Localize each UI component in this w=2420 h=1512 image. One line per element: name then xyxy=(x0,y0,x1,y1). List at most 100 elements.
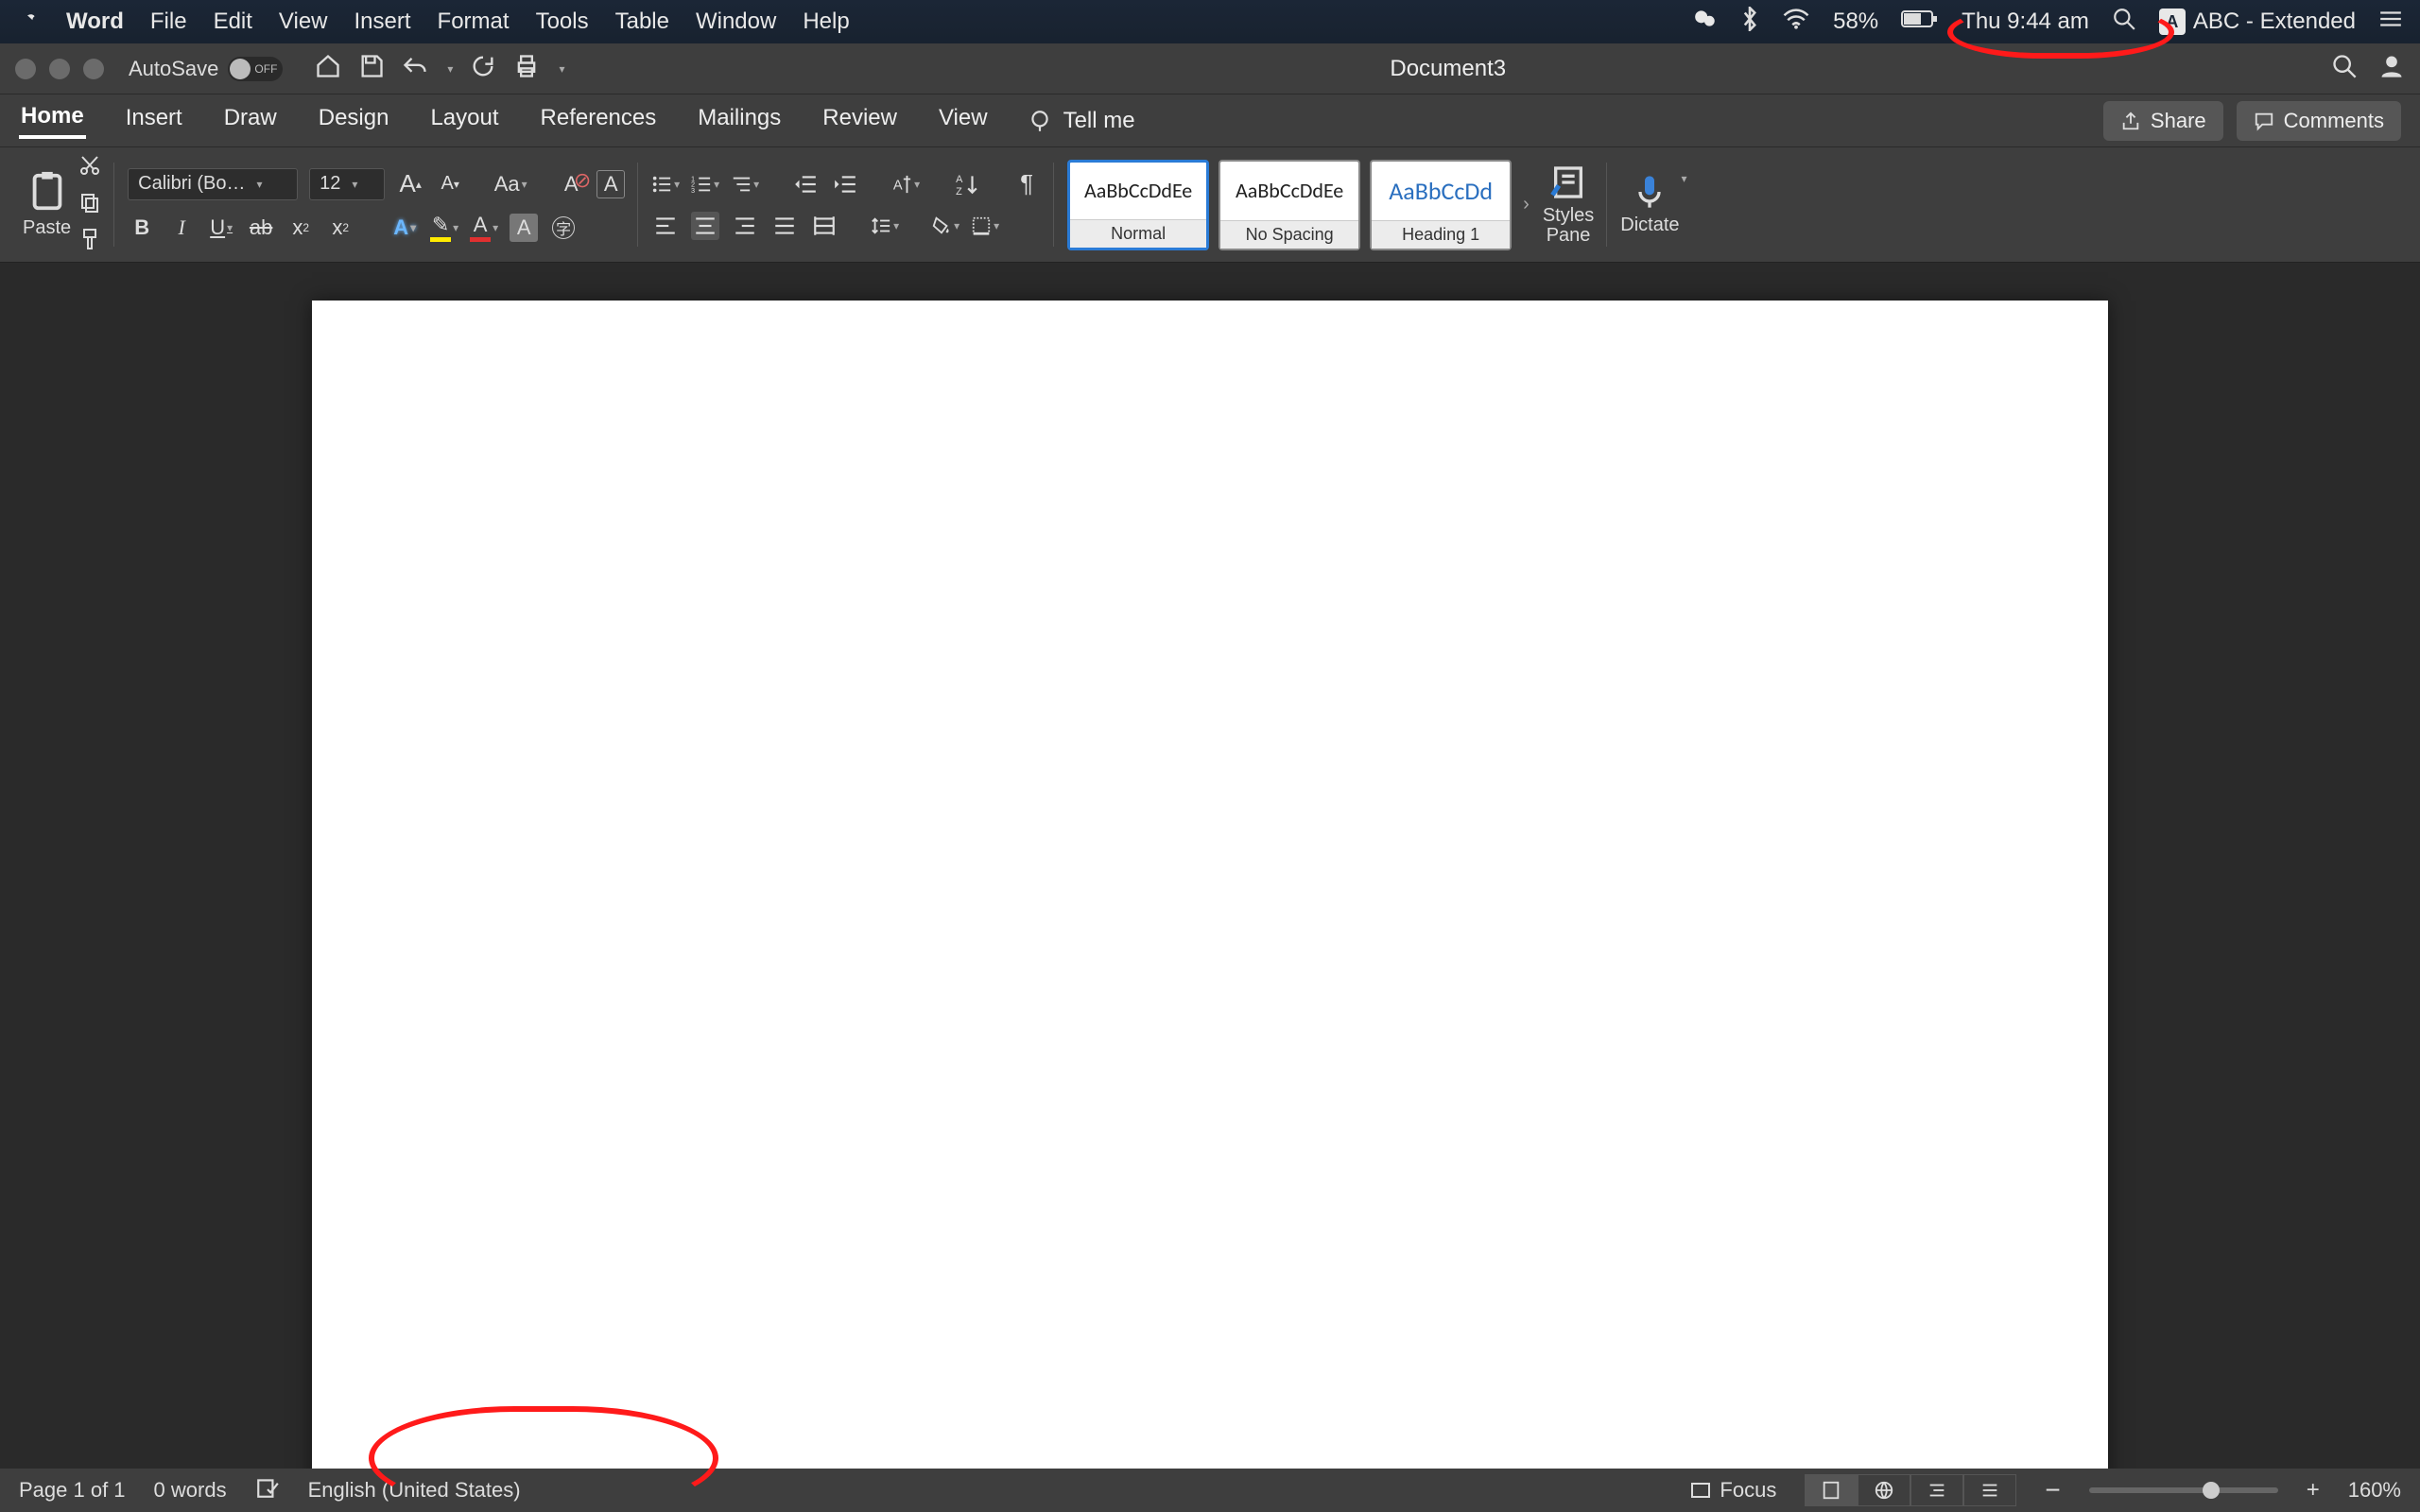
minimize-window-button[interactable] xyxy=(49,59,70,79)
font-size-dropdown[interactable]: 12▾ xyxy=(309,168,385,200)
style-heading-1[interactable]: AaBbCcDd Heading 1 xyxy=(1370,160,1512,250)
change-case-icon[interactable]: Aa▾ xyxy=(496,170,525,198)
web-layout-view[interactable] xyxy=(1858,1474,1910,1506)
redo-icon[interactable] xyxy=(470,53,496,84)
superscript-button[interactable]: x2 xyxy=(326,214,354,242)
paste-button[interactable]: Paste xyxy=(23,170,71,239)
enclose-characters-icon[interactable]: 字 xyxy=(549,214,578,242)
zoom-percent[interactable]: 160% xyxy=(2348,1478,2401,1503)
styles-gallery-more[interactable]: › xyxy=(1523,194,1530,215)
line-spacing-icon[interactable]: ▾ xyxy=(871,212,899,240)
shading-icon[interactable]: ▾ xyxy=(931,212,959,240)
page-indicator[interactable]: Page 1 of 1 xyxy=(19,1478,126,1503)
zoom-slider[interactable] xyxy=(2089,1487,2278,1493)
menu-file[interactable]: File xyxy=(150,9,187,35)
apple-icon[interactable] xyxy=(17,8,40,37)
align-justify-icon[interactable] xyxy=(770,212,799,240)
focus-mode[interactable]: Focus xyxy=(1689,1478,1776,1503)
strikethrough-button[interactable]: ab xyxy=(247,214,275,242)
menu-view[interactable]: View xyxy=(279,9,328,35)
bluetooth-icon[interactable] xyxy=(1740,7,1759,38)
menu-window[interactable]: Window xyxy=(696,9,776,35)
comments-button[interactable]: Comments xyxy=(2237,101,2401,141)
outline-view[interactable] xyxy=(1910,1474,1963,1506)
zoom-in-button[interactable]: + xyxy=(2307,1477,2320,1503)
tab-insert[interactable]: Insert xyxy=(124,105,184,137)
close-window-button[interactable] xyxy=(15,59,36,79)
spotlight-icon[interactable] xyxy=(2112,7,2136,38)
menu-insert[interactable]: Insert xyxy=(354,9,411,35)
undo-icon[interactable] xyxy=(402,53,428,84)
subscript-button[interactable]: x2 xyxy=(286,214,315,242)
character-shading-icon[interactable]: A xyxy=(510,214,538,242)
menu-edit[interactable]: Edit xyxy=(214,9,252,35)
styles-pane-button[interactable]: Styles Pane xyxy=(1543,163,1594,247)
align-right-icon[interactable] xyxy=(731,212,759,240)
menu-help[interactable]: Help xyxy=(803,9,849,35)
tab-review[interactable]: Review xyxy=(821,105,899,137)
copy-icon[interactable] xyxy=(78,191,101,218)
tab-draw[interactable]: Draw xyxy=(222,105,279,137)
wifi-icon[interactable] xyxy=(1782,8,1810,37)
menu-format[interactable]: Format xyxy=(438,9,510,35)
search-doc-icon[interactable] xyxy=(2331,53,2358,84)
shrink-font-icon[interactable]: A▾ xyxy=(436,170,464,198)
wechat-icon[interactable] xyxy=(1693,7,1718,38)
italic-button[interactable]: I xyxy=(167,214,196,242)
bold-button[interactable]: B xyxy=(128,214,156,242)
qat-customize[interactable]: ▾ xyxy=(559,62,564,76)
borders-icon[interactable]: ▾ xyxy=(971,212,999,240)
autosave-toggle[interactable]: AutoSave OFF xyxy=(129,57,283,81)
numbered-list-icon[interactable]: 123▾ xyxy=(691,170,719,198)
distributed-align-icon[interactable] xyxy=(810,212,838,240)
tell-me[interactable]: Tell me xyxy=(1028,108,1135,134)
bullet-list-icon[interactable]: ▾ xyxy=(651,170,680,198)
clear-formatting-icon[interactable]: A⊘ xyxy=(557,170,585,198)
text-effects-icon[interactable]: A▾ xyxy=(390,214,419,242)
word-count[interactable]: 0 words xyxy=(154,1478,227,1503)
menu-table[interactable]: Table xyxy=(615,9,669,35)
input-source[interactable]: A ABC - Extended xyxy=(2159,9,2356,35)
zoom-out-button[interactable]: − xyxy=(2045,1475,2060,1505)
style-normal[interactable]: AaBbCcDdEe Normal xyxy=(1067,160,1209,250)
underline-button[interactable]: U▾ xyxy=(207,214,235,242)
multilevel-list-icon[interactable]: ▾ xyxy=(731,170,759,198)
app-name[interactable]: Word xyxy=(66,9,124,35)
clock[interactable]: Thu 9:44 am xyxy=(1962,9,2089,35)
cut-icon[interactable] xyxy=(78,154,101,181)
notification-center-icon[interactable] xyxy=(2378,9,2403,36)
align-left-icon[interactable] xyxy=(651,212,680,240)
menu-tools[interactable]: Tools xyxy=(536,9,589,35)
font-color-icon[interactable]: A▾ xyxy=(470,214,498,242)
document-canvas[interactable] xyxy=(0,263,2420,1469)
format-painter-icon[interactable] xyxy=(78,228,101,255)
decrease-indent-icon[interactable] xyxy=(791,170,820,198)
asian-layout-icon[interactable]: A▾ xyxy=(891,170,920,198)
home-icon[interactable] xyxy=(315,53,341,84)
print-icon[interactable] xyxy=(513,53,540,84)
tab-view[interactable]: View xyxy=(937,105,990,137)
save-icon[interactable] xyxy=(358,53,385,84)
tab-layout[interactable]: Layout xyxy=(428,105,500,137)
zoom-window-button[interactable] xyxy=(83,59,104,79)
character-border-icon[interactable]: A xyxy=(596,170,625,198)
sort-icon[interactable]: AZ xyxy=(952,170,980,198)
tab-mailings[interactable]: Mailings xyxy=(696,105,783,137)
tab-design[interactable]: Design xyxy=(317,105,391,137)
document-page[interactable] xyxy=(312,301,2108,1469)
spellcheck-icon[interactable] xyxy=(255,1475,280,1505)
battery-icon[interactable] xyxy=(1901,9,1939,36)
highlight-color-icon[interactable]: ✎▾ xyxy=(430,214,458,242)
tab-home[interactable]: Home xyxy=(19,103,86,139)
account-icon[interactable] xyxy=(2378,53,2405,84)
share-button[interactable]: Share xyxy=(2103,101,2223,141)
dictate-dropdown[interactable]: ▾ xyxy=(1682,172,1687,185)
language-indicator[interactable]: English (United States) xyxy=(308,1478,521,1503)
grow-font-icon[interactable]: A▴ xyxy=(396,170,424,198)
align-center-icon[interactable] xyxy=(691,212,719,240)
dictate-button[interactable]: Dictate xyxy=(1620,173,1679,236)
show-paragraph-marks-icon[interactable]: ¶ xyxy=(1012,170,1041,198)
print-layout-view[interactable] xyxy=(1805,1474,1858,1506)
draft-view[interactable] xyxy=(1963,1474,2016,1506)
tab-references[interactable]: References xyxy=(539,105,659,137)
